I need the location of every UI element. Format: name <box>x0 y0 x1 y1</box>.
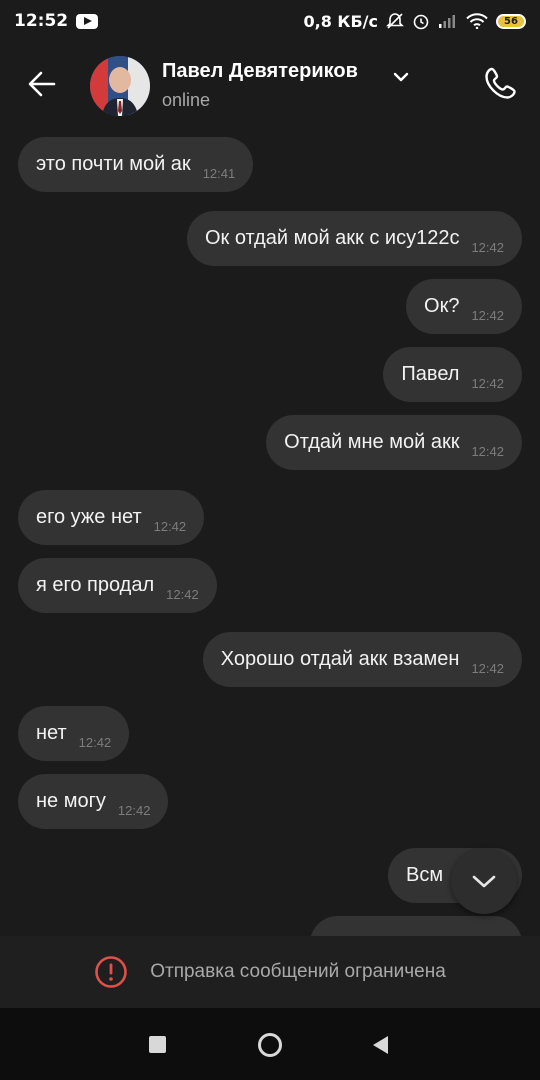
wifi-icon <box>466 13 488 29</box>
restricted-text: Отправка сообщений ограничена <box>150 961 446 982</box>
alarm-icon <box>412 12 430 30</box>
battery-level: 56 <box>504 15 518 27</box>
back-triangle-icon[interactable] <box>370 1034 390 1056</box>
message-time: 12:42 <box>471 308 504 323</box>
message-bubble-partial[interactable] <box>310 916 522 936</box>
back-arrow-icon <box>28 71 56 97</box>
signal-icon <box>438 13 458 29</box>
message-time: 12:42 <box>471 661 504 676</box>
contact-status: online <box>162 90 211 110</box>
message-text: Всм <box>406 864 444 886</box>
message-text: я его продал <box>36 574 155 596</box>
message-time: 12:42 <box>471 240 504 255</box>
message-text: Хорошо отдай акк взамен <box>220 648 460 670</box>
message-time: 12:41 <box>202 166 236 181</box>
message-time: 12:42 <box>166 587 199 602</box>
status-bar: 12:52 0,8 КБ/с 56 <box>0 0 540 42</box>
message-text: Павел <box>401 363 460 385</box>
network-speed: 0,8 КБ/с <box>303 11 378 31</box>
call-button[interactable] <box>482 64 520 102</box>
message-bubble[interactable]: я его продал 12:42 <box>18 558 217 613</box>
message-bubble[interactable]: Ок? 12:42 <box>406 279 522 334</box>
message-time: 12:42 <box>117 803 151 818</box>
avatar[interactable] <box>90 56 150 116</box>
battery-icon: 56 <box>496 13 526 29</box>
message-time: 12:42 <box>471 376 504 391</box>
mute-bell-icon <box>386 12 404 30</box>
messaging-restricted-bar: Отправка сообщений ограничена <box>0 936 540 1008</box>
chat-header: Павел Девятериков online <box>0 42 540 126</box>
message-bubble[interactable]: нет 12:42 <box>18 706 130 761</box>
message-bubble[interactable]: не могу 12:42 <box>18 774 169 829</box>
message-bubble[interactable]: это почти мой ак 12:41 <box>18 137 254 192</box>
message-list[interactable]: это почти мой ак 12:41 Ок отдай мой акк … <box>0 126 540 936</box>
message-bubble[interactable]: Ок отдай мой акк с ису122с 12:42 <box>187 211 522 266</box>
message-time: 12:42 <box>153 519 187 534</box>
contact-name[interactable]: Павел Девятериков <box>162 60 358 83</box>
system-nav-bar <box>0 1008 540 1080</box>
message-text: Ок? <box>424 295 460 317</box>
avatar-image <box>90 56 150 116</box>
back-button[interactable] <box>26 68 58 100</box>
recents-square-icon[interactable] <box>149 1036 166 1053</box>
clock: 12:52 <box>14 11 69 31</box>
message-text: не могу <box>36 790 106 812</box>
message-text: это почти мой ак <box>36 153 191 175</box>
chevron-down-icon <box>472 875 496 888</box>
home-circle-icon[interactable] <box>257 1032 283 1058</box>
message-text: Ок отдай мой акк с ису122с <box>205 227 460 249</box>
message-bubble[interactable]: его уже нет 12:42 <box>18 490 205 545</box>
message-time: 12:42 <box>78 735 112 750</box>
message-time: 12:42 <box>471 444 504 459</box>
message-text: нет <box>36 722 67 744</box>
youtube-icon <box>76 13 99 29</box>
message-text: его уже нет <box>36 506 142 528</box>
chevron-down-icon[interactable] <box>392 68 410 82</box>
message-bubble[interactable]: Отдай мне мой акк 12:42 <box>266 415 522 470</box>
message-text: Отдай мне мой акк <box>284 431 460 453</box>
phone-icon <box>485 67 516 99</box>
scroll-to-bottom-button[interactable] <box>451 848 517 914</box>
message-bubble[interactable]: Хорошо отдай акк взамен 12:42 <box>202 632 522 687</box>
warning-circle-icon <box>95 956 128 988</box>
message-bubble[interactable]: Павел 12:42 <box>383 347 522 402</box>
